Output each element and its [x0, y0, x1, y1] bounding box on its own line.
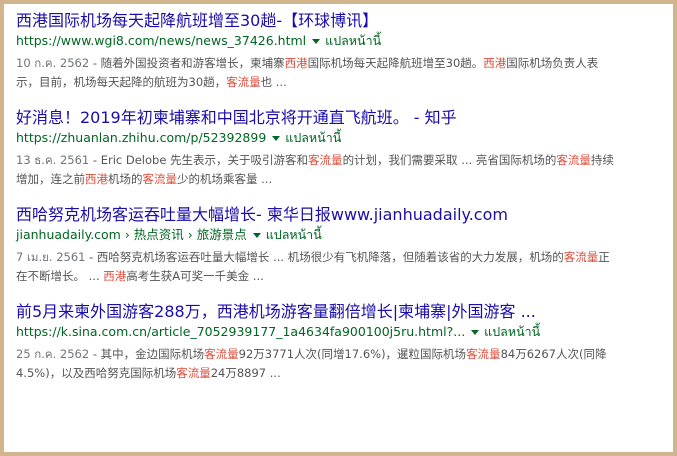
snippet-highlight: 客流量 [226, 75, 261, 89]
result-title-link[interactable]: 西港国际机场每天起降航班增至30趟-【环球博讯】 [16, 10, 673, 31]
result-snippet: 7 เม.ย. 2561 - 西哈努克机场客运吞吐量大幅增长 ... 机场很少有… [16, 248, 616, 286]
result-title-link[interactable]: 好消息！2019年初柬埔寨和中国北京将开通直飞航班。 - 知乎 [16, 107, 673, 128]
snippet-highlight: 客流量 [176, 366, 211, 380]
search-result: 好消息！2019年初柬埔寨和中国北京将开通直飞航班。 - 知乎 https://z… [16, 107, 673, 189]
caret-down-icon[interactable] [312, 38, 321, 44]
translate-page-link[interactable]: แปลหน้านี้ [285, 130, 341, 145]
result-title-link[interactable]: 前5月来柬外国游客288万，西港机场游客量翻倍增长|柬埔寨|外国游客 ... [16, 301, 673, 322]
search-result: 西港国际机场每天起降航班增至30趟-【环球博讯】 https://www.wgi8… [16, 10, 673, 92]
result-date: 7 เม.ย. 2561 [16, 250, 86, 264]
snippet-text: 92万3771人次(同增17.6%)，暹粒国际机场 [238, 347, 467, 361]
translate-page-link[interactable]: แปลหน้านี้ [266, 227, 322, 242]
result-date: 10 ก.ค. 2562 [16, 56, 90, 70]
snippet-highlight: 西港 [103, 269, 127, 283]
snippet-text: 国际机场每天起降航班增至30趟。 [307, 56, 484, 70]
result-url: https://www.wgi8.com/news/news_37426.htm… [16, 33, 307, 48]
result-url: https://zhuanlan.zhihu.com/p/52392899 [16, 130, 267, 145]
result-snippet: 13 ธ.ค. 2561 - Eric Delobe 先生表示，关于吸引游客和客… [16, 151, 616, 189]
caret-down-icon[interactable] [252, 232, 261, 238]
caret-down-icon[interactable] [471, 329, 480, 335]
search-result: 西哈努克机场客运吞吐量大幅增长- 柬华日报www.jianhuadaily.co… [16, 204, 673, 286]
result-snippet: 10 ก.ค. 2562 - 随着外国投资者和游客增长，柬埔寨西港国际机场每天起… [16, 54, 616, 92]
snippet-text: 24万8897 ... [210, 366, 281, 380]
snippet-highlight: 西港 [483, 56, 507, 70]
snippet-highlight: 客流量 [563, 250, 599, 264]
results-list: 西港国际机场每天起降航班增至30趟-【环球博讯】 https://www.wgi8… [16, 10, 673, 383]
snippet-text: 也 ... [260, 75, 287, 89]
snippet-text: - 随着外国投资者和游客增长，柬埔寨 [89, 56, 285, 70]
result-date: 13 ธ.ค. 2561 [16, 153, 90, 167]
snippet-highlight: 西港 [284, 56, 308, 70]
caret-down-icon[interactable] [272, 135, 281, 141]
snippet-highlight: 客流量 [204, 347, 239, 361]
snippet-text: 少的机场乘客量 ... [177, 172, 273, 186]
result-url-row: https://zhuanlan.zhihu.com/p/52392899 แปล… [16, 129, 673, 147]
result-snippet: 25 ก.ค. 2562 - 其中，金边国际机场客流量92万3771人次(同增1… [16, 345, 616, 383]
snippet-text: - 其中，金边国际机场 [89, 347, 205, 361]
result-date: 25 ก.ค. 2562 [16, 347, 90, 361]
search-result: 前5月来柬外国游客288万，西港机场游客量翻倍增长|柬埔寨|外国游客 ... ht… [16, 301, 673, 383]
result-url-row: https://k.sina.com.cn/article_7052939177… [16, 323, 673, 341]
snippet-highlight: 客流量 [308, 153, 343, 167]
snippet-highlight: 客流量 [556, 153, 591, 167]
snippet-text: 的计划，我们需要采取 ... 亮省国际机场的 [342, 153, 557, 167]
search-results-page: 西港国际机场每天起降航班增至30趟-【环球博讯】 https://www.wgi8… [4, 4, 673, 452]
snippet-text: - Eric Delobe 先生表示，关于吸引游客和 [89, 153, 309, 167]
result-url: jianhuadaily.com › 热点资讯 › 旅游景点 [16, 227, 247, 242]
translate-page-link[interactable]: แปลหน้านี้ [325, 33, 381, 48]
translate-page-link[interactable]: แปลหน้านี้ [484, 324, 540, 339]
snippet-text: - 西哈努克机场客运吞吐量大幅增长 ... 机场很少有飞机降落，但随着该省的大力… [85, 250, 564, 264]
result-url: https://k.sina.com.cn/article_7052939177… [16, 324, 466, 339]
snippet-highlight: 西港 [85, 172, 108, 186]
result-title-link[interactable]: 西哈努克机场客运吞吐量大幅增长- 柬华日报www.jianhuadaily.co… [16, 204, 673, 225]
snippet-text: 高考生获A可奖一千美金 ... [126, 269, 264, 283]
result-url-row: https://www.wgi8.com/news/news_37426.htm… [16, 32, 673, 50]
snippet-highlight: 客流量 [466, 347, 501, 361]
snippet-text: 机场的 [108, 172, 143, 186]
snippet-highlight: 客流量 [142, 172, 178, 186]
result-url-row: jianhuadaily.com › 热点资讯 › 旅游景点 แปลหน้านี้ [16, 226, 673, 244]
